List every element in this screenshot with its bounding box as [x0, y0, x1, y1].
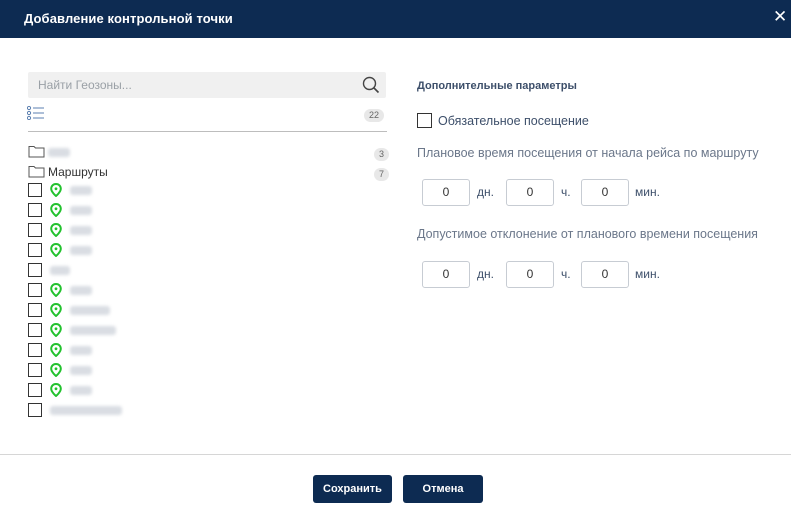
geozone-checkbox[interactable] [28, 323, 42, 337]
folder-label-hidden [48, 148, 70, 157]
geozone-checkbox[interactable] [28, 243, 42, 257]
dialog-header: Добавление контрольной точки ✕ [0, 0, 791, 38]
geozone-name-hidden [70, 306, 110, 315]
geozone-name-hidden [70, 226, 92, 235]
geozone-name-hidden [70, 286, 92, 295]
folder-count-badge: 3 [374, 148, 390, 161]
geozone-checkbox[interactable] [28, 223, 42, 237]
geozone-checkbox[interactable] [28, 203, 42, 217]
folder-count-badge: 7 [374, 168, 390, 181]
map-pin-icon [50, 182, 62, 198]
geozone-checkbox[interactable] [28, 343, 42, 357]
map-pin-icon [50, 202, 62, 218]
planned-time-label: Плановое время посещения от начала рейса… [417, 146, 759, 160]
search-icon[interactable] [362, 76, 380, 94]
section-title: Дополнительные параметры [417, 80, 577, 92]
days-unit: дн. [477, 267, 494, 281]
geozone-name-hidden [70, 366, 92, 375]
map-pin-icon [50, 242, 62, 258]
deviation-label: Допустимое отклонение от планового време… [417, 227, 758, 241]
geozone-name-hidden [70, 346, 92, 355]
geozone-checkbox[interactable] [28, 403, 42, 417]
deviation-minutes-input[interactable]: 0 [581, 261, 629, 288]
search-input[interactable]: Найти Геозоны... [38, 78, 132, 92]
geozone-checkbox[interactable] [28, 383, 42, 397]
folder-icon[interactable] [28, 145, 45, 158]
planned-minutes-input[interactable]: 0 [581, 179, 629, 206]
total-count-badge: 22 [364, 109, 385, 122]
geozone-checkbox[interactable] [28, 303, 42, 317]
footer-divider [0, 454, 791, 455]
planned-hours-input[interactable]: 0 [506, 179, 554, 206]
map-pin-icon [50, 302, 62, 318]
deviation-hours-input[interactable]: 0 [506, 261, 554, 288]
map-pin-icon [50, 362, 62, 378]
geozone-name-hidden [50, 406, 122, 415]
folder-icon[interactable] [28, 165, 45, 178]
close-icon[interactable]: ✕ [773, 8, 787, 25]
geozone-checkbox[interactable] [28, 263, 42, 277]
geozone-name-hidden [70, 326, 116, 335]
map-pin-icon [50, 382, 62, 398]
hours-unit: ч. [561, 267, 571, 281]
hours-unit: ч. [561, 185, 571, 199]
folder-label[interactable]: Маршруты [48, 165, 108, 179]
geozone-checkbox[interactable] [28, 283, 42, 297]
geozone-name-hidden [50, 266, 70, 275]
mandatory-visit-label: Обязательное посещение [438, 114, 589, 128]
dialog-title: Добавление контрольной точки [24, 11, 233, 26]
geozone-checkbox[interactable] [28, 183, 42, 197]
minutes-unit: мин. [635, 185, 660, 199]
map-pin-icon [50, 222, 62, 238]
cancel-button[interactable]: Отмена [403, 475, 483, 503]
mandatory-visit-checkbox[interactable] [417, 113, 432, 128]
planned-days-input[interactable]: 0 [422, 179, 470, 206]
deviation-days-input[interactable]: 0 [422, 261, 470, 288]
minutes-unit: мин. [635, 267, 660, 281]
geozone-name-hidden [70, 386, 92, 395]
map-pin-icon [50, 282, 62, 298]
map-pin-icon [50, 322, 62, 338]
days-unit: дн. [477, 185, 494, 199]
geozone-name-hidden [70, 186, 92, 195]
save-button[interactable]: Сохранить [313, 475, 392, 503]
map-pin-icon [50, 342, 62, 358]
search-box[interactable]: Найти Геозоны... [28, 72, 386, 98]
divider [28, 131, 387, 132]
geozone-checkbox[interactable] [28, 363, 42, 377]
geozone-name-hidden [70, 206, 92, 215]
list-icon[interactable] [27, 106, 45, 120]
geozone-name-hidden [70, 246, 92, 255]
